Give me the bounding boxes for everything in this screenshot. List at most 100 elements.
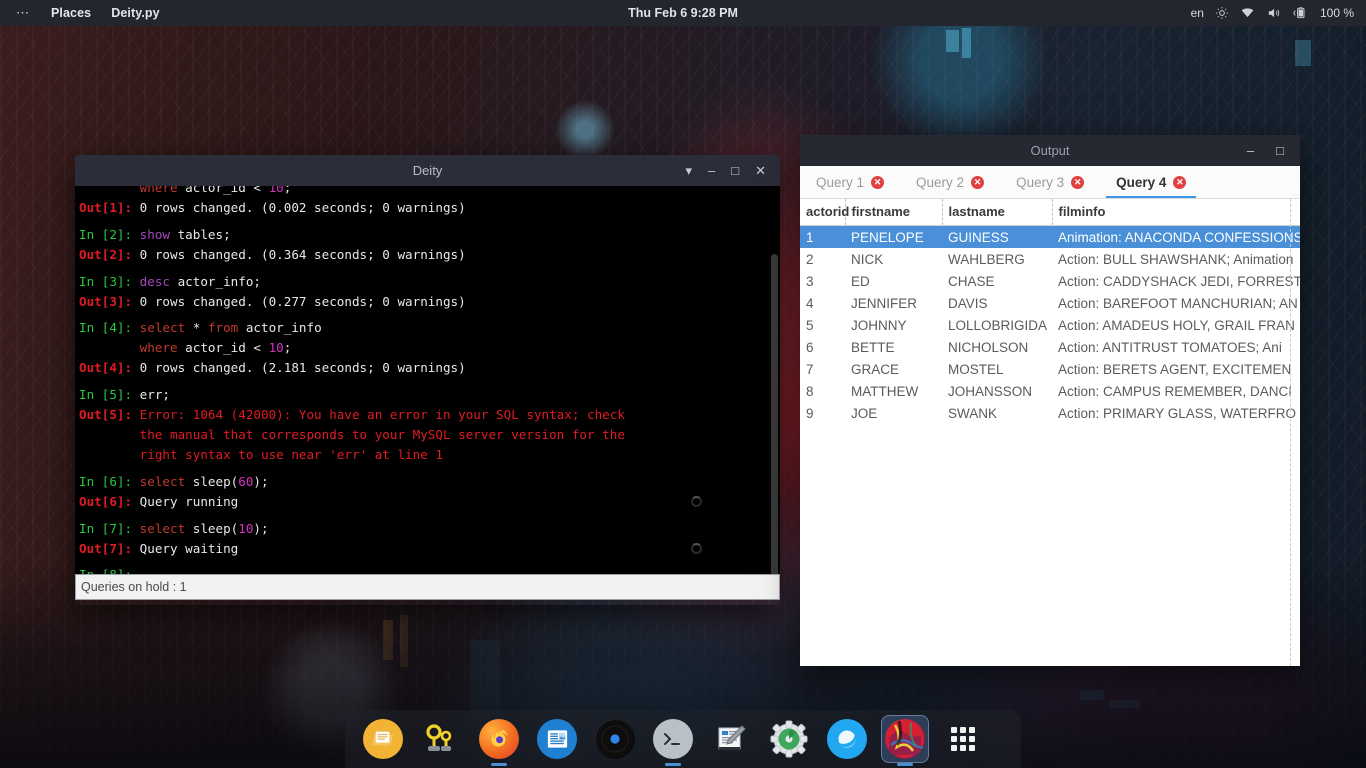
cell-actorid: 2 [806, 251, 814, 267]
terminal-out-prompt: Out[7]: [79, 540, 140, 556]
terminal-line: right syntax to use near 'err' at line 1 [75, 445, 780, 465]
table-row[interactable]: 9 JOE SWANK Action: PRIMARY GLASS, WATERFRO [800, 402, 1300, 424]
dock-item-terminal[interactable] [649, 715, 697, 763]
dock-item-writer[interactable] [533, 715, 581, 763]
wallpaper-window-light [1295, 40, 1311, 66]
table-row[interactable]: 7 GRACE MOSTEL Action: BERETS AGENT, EXCITE… [800, 358, 1300, 380]
terminal-text: 0 rows changed. (0.277 seconds; 0 warnin… [139, 293, 466, 309]
terminal-text: tables; [170, 226, 231, 242]
table-row[interactable]: 4 JENNIFER DAVIS Action: BAREFOOT MANCHURIA… [800, 292, 1300, 314]
cell-lastname: DAVIS [948, 295, 988, 311]
terminal-in-prompt: In [4]: [79, 320, 140, 336]
output-tab-1[interactable]: Query 1 ✕ [800, 166, 900, 198]
column-header-filminfo[interactable]: filminfo [1052, 199, 1300, 226]
deity-maximize-button[interactable]: □ [731, 164, 739, 177]
table-row[interactable]: 3 ED CHASE Action: CADDYSHACK JEDI, FORREST [800, 270, 1300, 292]
wallpaper-window-light [962, 28, 971, 58]
topbar-language[interactable]: en [1191, 6, 1204, 20]
cell-firstname: JOE [851, 405, 878, 421]
terminal-out-prompt: Out[4]: [79, 360, 140, 376]
terminal-text: 10 [268, 186, 284, 195]
output-result-grid[interactable]: actorid firstname lastname filminfo 1 PENELO… [800, 199, 1300, 666]
terminal-text: show [139, 226, 171, 242]
deity-close-button[interactable]: ✕ [755, 164, 766, 177]
cell-filminfo: Action: CAMPUS REMEMBER, DANCI [1058, 383, 1293, 399]
dock-item-software[interactable] [417, 715, 465, 763]
terminal-out-prompt: Out[5]: [79, 407, 140, 423]
terminal-text: 10 [238, 520, 254, 536]
output-tab-close-icon[interactable]: ✕ [1071, 175, 1085, 189]
dock-item-firefox[interactable] [475, 715, 523, 763]
terminal-text: ; [283, 186, 292, 195]
table-row[interactable]: 6 BETTE NICHOLSON Action: ANTITRUST TOMATOE… [800, 336, 1300, 358]
column-header-lastname[interactable]: lastname [942, 199, 1053, 226]
terminal-line: In [3]: desc actor_info; [75, 272, 780, 292]
deity-menu-caret-icon[interactable]: ▾ [685, 164, 692, 177]
wifi-icon[interactable] [1240, 6, 1255, 20]
activities-dots-icon[interactable]: ⋯ [16, 5, 31, 21]
terminal-line: In [7]: select sleep(10); [75, 519, 780, 539]
dock-item-settings[interactable] [765, 715, 813, 763]
output-tab-3[interactable]: Query 3 ✕ [1000, 166, 1100, 198]
cell-actorid: 7 [806, 361, 814, 377]
table-row[interactable]: 2 NICK WAHLBERG Action: BULL SHAWSHANK; Ani… [800, 248, 1300, 270]
topbar-clock[interactable]: Thu Feb 6 9:28 PM [628, 6, 738, 20]
battery-charging-icon[interactable] [1292, 6, 1309, 20]
dock-item-deity[interactable] [881, 715, 929, 763]
cell-actorid: 3 [806, 273, 814, 289]
cell-firstname: JOHNNY [851, 317, 907, 333]
output-tab-2[interactable]: Query 2 ✕ [900, 166, 1000, 198]
topbar-places-menu[interactable]: Places [51, 6, 91, 20]
cell-lastname: JOHANSSON [948, 383, 1033, 399]
output-tab-close-icon[interactable]: ✕ [1173, 175, 1187, 189]
topbar-app-menu[interactable]: Deity.py [111, 6, 160, 20]
terminal-scrollbar[interactable] [771, 254, 778, 574]
volume-icon[interactable] [1266, 6, 1281, 20]
output-tab-bar[interactable]: Query 1 ✕ Query 2 ✕ Query 3 ✕ Query 4 ✕ [800, 166, 1300, 199]
system-top-bar: ⋯ Places Deity.py Thu Feb 6 9:28 PM en 1… [0, 0, 1366, 26]
terminal-text: 60 [238, 473, 254, 489]
column-header-firstname[interactable]: firstname [845, 199, 943, 226]
terminal-in-prompt: In [3]: [79, 273, 140, 289]
terminal-line: Out[1]: 0 rows changed. (0.002 seconds; … [75, 198, 780, 218]
deity-window[interactable]: Deity ▾ – □ ✕ where actor_id < 10; Out[1]… [75, 155, 780, 605]
column-header-actorid[interactable]: actorid [800, 199, 849, 226]
cell-actorid: 8 [806, 383, 814, 399]
table-row[interactable]: 1 PENELOPE GUINESS Animation: ANACONDA CONF… [800, 225, 1300, 248]
dock-item-text-editor[interactable] [707, 715, 755, 763]
terminal-text: sleep( [185, 520, 239, 536]
terminal-out-prompt: Out[6]: [79, 493, 140, 509]
dock-item-files[interactable] [359, 715, 407, 763]
terminal-continuation-indent [79, 340, 140, 355]
terminal-in-prompt: In [2]: [79, 226, 140, 242]
terminal-continuation-indent [79, 427, 140, 442]
output-tab-label: Query 4 [1116, 174, 1167, 190]
deity-minimize-button[interactable]: – [708, 164, 715, 177]
battery-percent-label: 100 % [1319, 6, 1354, 20]
cell-firstname: PENELOPE [845, 225, 942, 248]
terminal-text: 0 rows changed. (0.002 seconds; 0 warnin… [139, 199, 466, 215]
output-tab-4[interactable]: Query 4 ✕ [1100, 166, 1202, 198]
output-maximize-button[interactable]: □ [1276, 144, 1284, 157]
terminal-text: 0 rows changed. (2.181 seconds; 0 warnin… [139, 360, 466, 376]
column-splitter[interactable] [1290, 199, 1291, 666]
table-row[interactable]: 5 JOHNNY LOLLOBRIGIDA Action: AMADEUS HOLY,… [800, 314, 1300, 336]
output-tab-close-icon[interactable]: ✕ [971, 175, 985, 189]
brightness-icon[interactable] [1215, 6, 1229, 20]
dock-item-web-browser[interactable] [823, 715, 871, 763]
deity-titlebar[interactable]: Deity ▾ – □ ✕ [75, 155, 780, 186]
terminal-line: In [2]: show tables; [75, 225, 780, 245]
cell-filminfo: Action: BAREFOOT MANCHURIAN; AN [1058, 295, 1298, 311]
terminal-line: the manual that corresponds to your MySQ… [75, 425, 780, 445]
output-titlebar[interactable]: Output – □ [800, 135, 1300, 166]
dock-item-media-player[interactable] [591, 715, 639, 763]
dock-item-app-grid[interactable] [939, 715, 987, 763]
table-row[interactable]: 8 MATTHEW JOHANSSON Action: CAMPUS REMEMBER… [800, 380, 1300, 402]
output-tab-close-icon[interactable]: ✕ [871, 175, 885, 189]
output-minimize-button[interactable]: – [1247, 144, 1254, 157]
deity-terminal-output[interactable]: where actor_id < 10; Out[1]: 0 rows chang… [75, 186, 780, 574]
output-window[interactable]: Output – □ Query 1 ✕ Query 2 ✕ Query 3 ✕ Query… [800, 135, 1300, 666]
output-tab-label: Query 1 [816, 174, 865, 190]
